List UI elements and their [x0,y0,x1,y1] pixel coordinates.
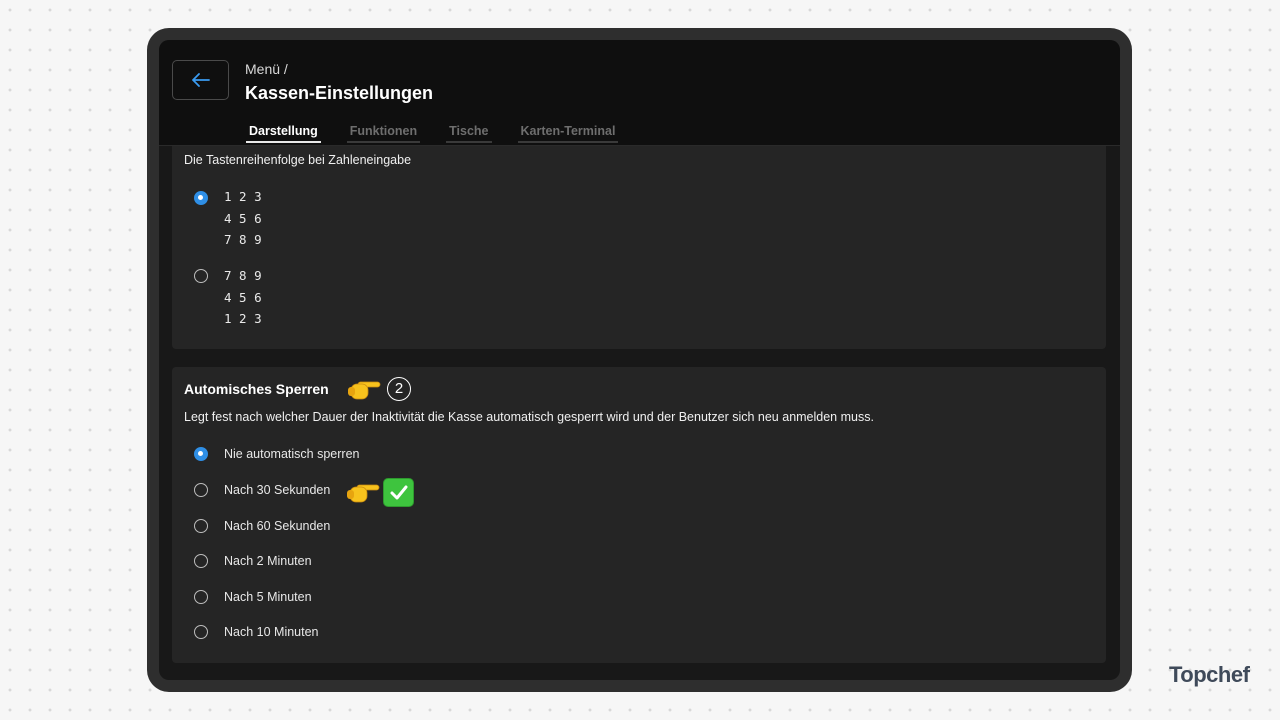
header: Menü / Kassen-Einstellungen Darstellung … [159,40,1120,146]
checkmark-icon [383,478,414,507]
lock-option-radio-60s[interactable] [194,519,208,533]
keypad-row: 4 5 6 [224,289,262,305]
pointing-hand-icon [348,381,381,400]
lock-option-label-5min[interactable]: Nach 5 Minuten [224,590,312,604]
auto-lock-description: Legt fest nach welcher Dauer der Inaktiv… [184,410,874,424]
arrow-left-icon [191,73,210,87]
tab-darstellung[interactable]: Darstellung [246,124,321,143]
lock-option-radio-2min[interactable] [194,554,208,568]
keypad-option-789[interactable]: 7 8 9 4 5 6 1 2 3 [224,265,262,330]
auto-lock-title: Automisches Sperren [184,381,329,397]
keypad-row: 4 5 6 [224,210,262,226]
pointing-hand-icon [347,484,380,503]
step-number-badge: 2 [387,377,411,401]
back-button[interactable] [172,60,229,100]
topchef-logo: Topchef [1169,662,1250,687]
tab-karten-terminal[interactable]: Karten-Terminal [517,124,619,143]
app-screen: Menü / Kassen-Einstellungen Darstellung … [159,40,1120,680]
keypad-row: 1 2 3 [224,311,262,326]
keypad-option-789-radio[interactable] [194,269,208,283]
keypad-option-123[interactable]: 1 2 3 4 5 6 7 8 9 [224,186,262,251]
lock-option-radio-30s[interactable] [194,483,208,497]
keypad-row: 7 8 9 [224,232,262,247]
page-title: Kassen-Einstellungen [245,83,434,103]
lock-option-label-2min[interactable]: Nach 2 Minuten [224,554,312,568]
auto-lock-card: Automisches Sperren 2 Legt fest nach wel… [172,367,1106,663]
keypad-row: 1 2 3 [224,189,262,204]
tablet-frame: Menü / Kassen-Einstellungen Darstellung … [147,28,1132,692]
tab-funktionen[interactable]: Funktionen [346,124,421,143]
lock-option-radio-5min[interactable] [194,590,208,604]
lock-option-radio-10min[interactable] [194,625,208,639]
keypad-row: 7 8 9 [224,268,262,283]
lock-option-label-never[interactable]: Nie automatisch sperren [224,447,359,461]
lock-option-label-60s[interactable]: Nach 60 Sekunden [224,519,330,533]
keypad-order-card: Die Tastenreihenfolge bei Zahleneingabe … [172,146,1106,349]
lock-option-label-30s[interactable]: Nach 30 Sekunden [224,483,330,497]
breadcrumb[interactable]: Menü / [245,61,288,77]
lock-option-radio-never[interactable] [194,447,208,461]
tab-tische[interactable]: Tische [446,124,492,143]
lock-option-label-10min[interactable]: Nach 10 Minuten [224,625,319,639]
keypad-option-123-radio[interactable] [194,191,208,205]
keypad-order-description: Die Tastenreihenfolge bei Zahleneingabe [184,153,412,167]
tab-bar: Darstellung Funktionen Tische Karten-Ter… [246,124,644,143]
